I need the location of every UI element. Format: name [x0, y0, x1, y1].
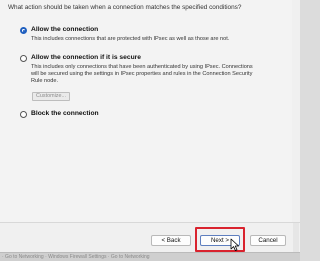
action-page-panel: What action should be taken when a conne…: [0, 0, 292, 222]
allow-if-secure-description-line2: will be secured using the settings in IP…: [31, 71, 253, 77]
allow-connection-label[interactable]: Allow the connection: [31, 26, 98, 33]
block-connection-radio[interactable]: [20, 111, 27, 118]
new-inbound-rule-wizard-window: What action should be taken when a conne…: [0, 0, 300, 252]
mouse-pointer-icon: [230, 238, 239, 251]
cancel-button[interactable]: Cancel: [250, 235, 286, 246]
allow-if-secure-label[interactable]: Allow the connection if it is secure: [31, 54, 141, 61]
allow-if-secure-description-line3: Rule node.: [31, 78, 59, 84]
back-button[interactable]: < Back: [151, 235, 191, 246]
block-connection-label[interactable]: Block the connection: [31, 110, 99, 117]
allow-connection-radio[interactable]: [20, 27, 27, 34]
allow-if-secure-description-line1: This includes only connections that have…: [31, 64, 253, 70]
action-question-text: What action should be taken when a conne…: [8, 4, 242, 11]
window-side-edge: [293, 222, 299, 252]
footer-divider: [0, 222, 300, 223]
taskbar-strip: · Go to Networking · Windows Firewall Se…: [0, 252, 300, 261]
allow-connection-description: This includes connections that are prote…: [31, 36, 230, 42]
customize-button[interactable]: Customize...: [32, 92, 70, 101]
allow-if-secure-radio[interactable]: [20, 55, 27, 62]
